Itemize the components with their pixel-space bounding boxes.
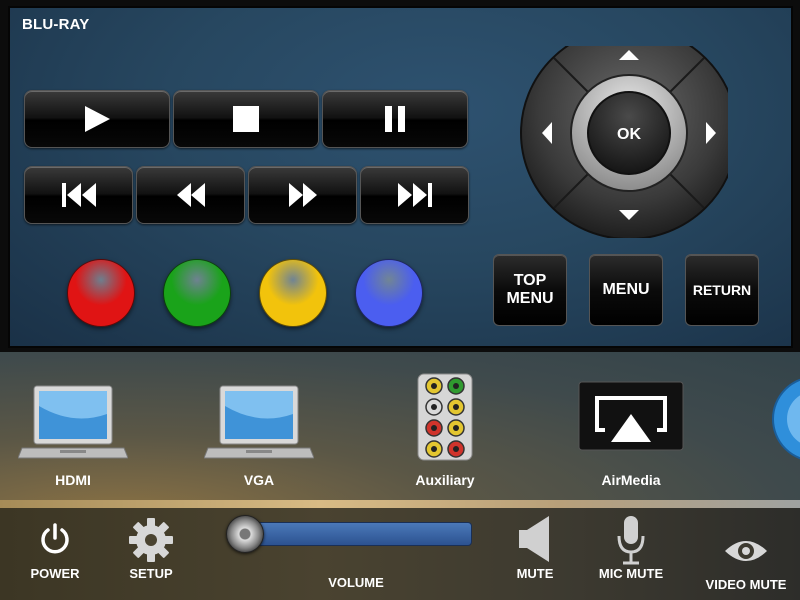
- mute-label: MUTE: [516, 566, 554, 581]
- bottom-control-bar: POWER SETUP VOLUME MUTE MIC MUTE VIDEO M…: [0, 508, 800, 600]
- play-icon: [85, 106, 110, 132]
- volume-label: VOLUME: [328, 575, 384, 590]
- return-button[interactable]: RETURN: [685, 254, 759, 326]
- source-vga[interactable]: VGA: [202, 352, 316, 502]
- rewind-button[interactable]: [136, 166, 245, 224]
- source-label: HDMI: [55, 472, 91, 488]
- power-icon: [41, 523, 69, 554]
- green-button[interactable]: [163, 259, 231, 327]
- top-menu-button[interactable]: TOP MENU: [493, 254, 567, 326]
- setup-label: SETUP: [129, 566, 173, 581]
- play-button[interactable]: [24, 90, 170, 148]
- microphone-icon: [617, 516, 645, 565]
- volume-slider-thumb[interactable]: [226, 515, 264, 553]
- mic-mute-label: MIC MUTE: [598, 566, 664, 581]
- stop-button[interactable]: [173, 90, 319, 148]
- mute-button[interactable]: MUTE: [502, 508, 568, 600]
- airplay-icon: [578, 381, 684, 451]
- skip-next-icon: [397, 183, 432, 207]
- laptop-icon: [204, 385, 314, 459]
- source-label: AirMedia: [601, 472, 661, 488]
- dpad: OK: [520, 46, 728, 238]
- laptop-icon: [18, 385, 128, 459]
- rewind-icon: [176, 183, 205, 207]
- av-connectors-icon: [417, 373, 473, 461]
- power-button[interactable]: POWER: [20, 508, 90, 600]
- menu-button[interactable]: MENU: [589, 254, 663, 326]
- volume-slider[interactable]: [230, 522, 472, 546]
- source-label: Auxiliary: [415, 472, 475, 488]
- divider: [0, 500, 800, 508]
- video-mute-label: VIDEO MUTE: [705, 577, 787, 592]
- mic-mute-button[interactable]: MIC MUTE: [592, 508, 670, 600]
- fast-forward-button[interactable]: [248, 166, 357, 224]
- disc-icon[interactable]: [770, 374, 800, 464]
- speaker-icon: [519, 516, 549, 562]
- ok-label: OK: [617, 126, 641, 143]
- stop-icon: [233, 106, 259, 132]
- source-auxiliary[interactable]: Auxiliary: [400, 352, 490, 502]
- blue-button[interactable]: [355, 259, 423, 327]
- setup-button[interactable]: SETUP: [116, 508, 186, 600]
- transport-row-1: [24, 90, 468, 148]
- skip-next-button[interactable]: [360, 166, 469, 224]
- panel-title: BLU-RAY: [22, 16, 90, 33]
- fast-forward-icon: [288, 183, 317, 207]
- skip-previous-button[interactable]: [24, 166, 133, 224]
- gear-icon: [129, 518, 173, 562]
- source-hdmi[interactable]: HDMI: [16, 352, 130, 502]
- pause-icon: [385, 106, 405, 132]
- transport-row-2: [24, 166, 469, 224]
- source-selector: HDMI VGA Auxiliary AirMedia: [0, 352, 800, 502]
- red-button[interactable]: [67, 259, 135, 327]
- skip-previous-icon: [61, 183, 96, 207]
- yellow-button[interactable]: [259, 259, 327, 327]
- eye-icon: [725, 541, 767, 561]
- pause-button[interactable]: [322, 90, 468, 148]
- power-label: POWER: [30, 566, 80, 581]
- bluray-control-panel: BLU-RAY TOP MENU MENU RETURN OK: [0, 0, 800, 352]
- source-label: VGA: [243, 472, 275, 488]
- source-airmedia[interactable]: AirMedia: [574, 352, 688, 502]
- video-mute-button[interactable]: VIDEO MUTE: [696, 508, 796, 600]
